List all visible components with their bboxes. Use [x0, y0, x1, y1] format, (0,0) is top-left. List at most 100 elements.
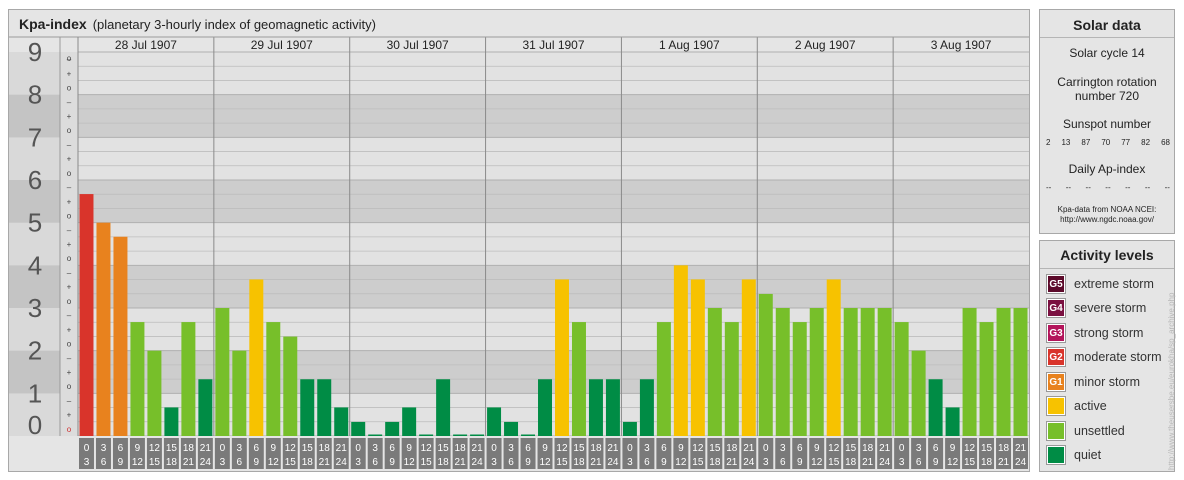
x-axis-corner: [9, 436, 78, 470]
interval-start-label: 0: [763, 443, 769, 454]
interval-start-label: 15: [302, 443, 314, 454]
kp-bar: [724, 322, 739, 436]
interval-end-label: 9: [797, 457, 803, 468]
kp-bar: [571, 322, 586, 436]
interval-start-label: 12: [964, 443, 976, 454]
y-subtick-label: +: [67, 411, 72, 420]
interval-end-label: 3: [491, 457, 497, 468]
kp-bar: [266, 322, 281, 436]
y-tick-label: 8: [28, 80, 42, 110]
interval-start-label: 0: [899, 443, 905, 454]
y-subtick-label: –: [67, 354, 72, 363]
kp-bar: [588, 379, 603, 436]
interval-start-label: 21: [879, 443, 891, 454]
y-tick-label: 3: [28, 293, 42, 323]
interval-end-label: 18: [845, 457, 857, 468]
y-subtick-label: –: [67, 183, 72, 192]
interval-end-label: 21: [590, 457, 602, 468]
y-subtick-label: o: [67, 212, 72, 221]
interval-start-label: 6: [118, 443, 124, 454]
interval-end-label: 18: [302, 457, 314, 468]
interval-start-label: 3: [916, 443, 922, 454]
interval-end-label: 6: [372, 457, 378, 468]
interval-start-label: 15: [845, 443, 857, 454]
interval-end-label: 9: [933, 457, 939, 468]
interval-start-label: 21: [607, 443, 619, 454]
y-subtick-label: +: [67, 197, 72, 206]
kp-bar: [504, 421, 519, 436]
interval-end-label: 6: [508, 457, 514, 468]
interval-start-label: 3: [101, 443, 107, 454]
interval-start-label: 6: [525, 443, 531, 454]
interval-start-label: 0: [355, 443, 361, 454]
y-subtick-label: o: [67, 169, 72, 178]
interval-end-label: 21: [183, 457, 195, 468]
interval-start-label: 3: [644, 443, 650, 454]
day-label: 29 Jul 1907: [251, 38, 313, 52]
interval-end-label: 9: [389, 457, 395, 468]
y-subtick-label: –: [67, 268, 72, 277]
interval-start-label: 6: [933, 443, 939, 454]
kp-bar: [656, 322, 671, 436]
interval-start-label: 18: [726, 443, 738, 454]
y-subtick-label: o: [67, 126, 72, 135]
kp-bar: [249, 279, 264, 436]
plot-band: [78, 94, 1029, 138]
y-subtick-label: o: [67, 54, 72, 63]
kp-bar: [521, 434, 536, 436]
y-subtick-label: +: [67, 283, 72, 292]
kp-bar: [894, 322, 909, 436]
interval-end-label: 15: [149, 457, 161, 468]
y-tick-label: 9: [28, 37, 42, 67]
interval-end-label: 12: [132, 457, 144, 468]
kp-bar: [334, 407, 349, 436]
y-subtick-label: +: [67, 368, 72, 377]
interval-start-label: 9: [678, 443, 684, 454]
y-subtick-label: o: [67, 254, 72, 263]
kp-bar: [351, 421, 366, 436]
kp-bar: [1013, 308, 1028, 436]
interval-start-label: 0: [220, 443, 226, 454]
kp-bar: [809, 308, 824, 436]
kp-bar: [928, 379, 943, 436]
kp-bar: [690, 279, 705, 436]
interval-start-label: 18: [183, 443, 195, 454]
plot-band: [78, 52, 1029, 95]
interval-end-label: 12: [268, 457, 280, 468]
y-subtick-label: o: [67, 425, 72, 434]
y-tick-label: 7: [28, 122, 42, 152]
kp-bar: [877, 308, 892, 436]
interval-start-label: 0: [627, 443, 633, 454]
kp-bar: [300, 379, 315, 436]
interval-start-label: 12: [556, 443, 568, 454]
plot-band: [78, 180, 1029, 223]
interval-end-label: 21: [319, 457, 331, 468]
interval-start-label: 9: [950, 443, 956, 454]
y-subtick-label: +: [67, 112, 72, 121]
interval-end-label: 18: [709, 457, 721, 468]
interval-end-label: 6: [101, 457, 107, 468]
kp-bar: [555, 279, 569, 436]
plot-band: [78, 222, 1029, 266]
interval-start-label: 18: [862, 443, 874, 454]
interval-start-label: 12: [692, 443, 704, 454]
kp-bar: [962, 308, 977, 436]
day-label: 28 Jul 1907: [115, 38, 177, 52]
kp-bar: [775, 308, 790, 436]
kp-bar: [622, 421, 637, 436]
interval-end-label: 24: [743, 457, 755, 468]
y-subtick-label: o: [67, 84, 72, 93]
kp-bar: [826, 279, 841, 436]
kp-bar: [385, 421, 400, 436]
interval-end-label: 21: [726, 457, 738, 468]
day-label: 3 Aug 1907: [931, 38, 992, 52]
kp-bar: [758, 293, 773, 436]
interval-start-label: 21: [336, 443, 348, 454]
interval-end-label: 21: [455, 457, 467, 468]
interval-start-label: 18: [319, 443, 331, 454]
interval-end-label: 24: [200, 457, 212, 468]
interval-start-label: 15: [981, 443, 993, 454]
y-tick-label: 1: [28, 378, 42, 408]
interval-end-label: 15: [964, 457, 976, 468]
plot-band: [78, 137, 1029, 180]
